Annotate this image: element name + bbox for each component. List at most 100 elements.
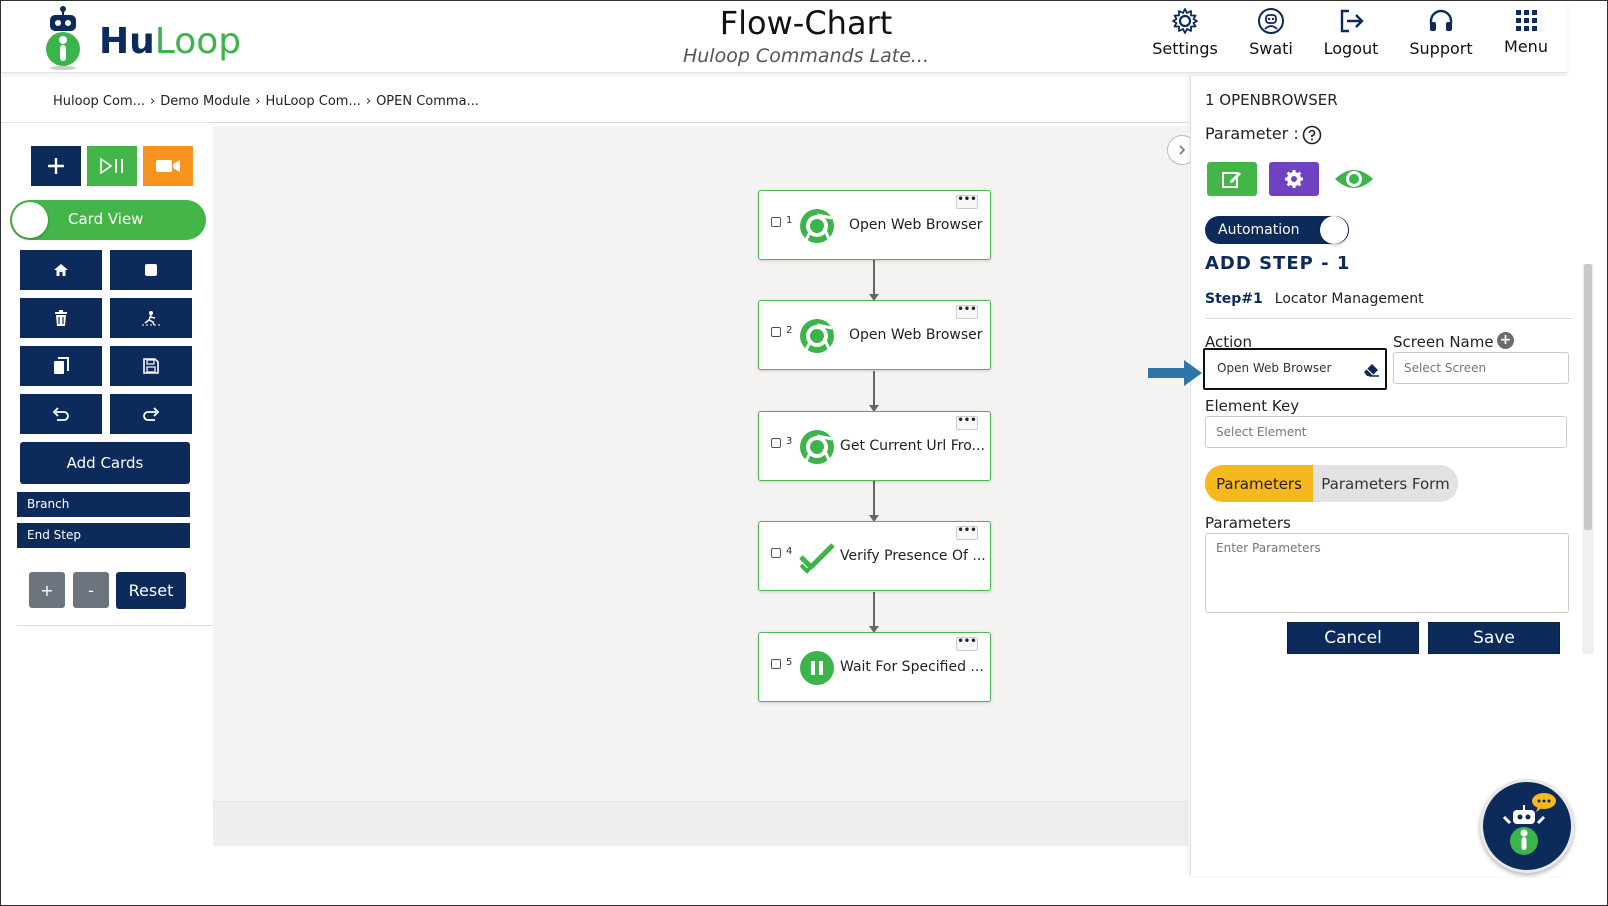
- nav-menu[interactable]: Menu: [1498, 7, 1554, 67]
- card-label: Verify Presence Of ...: [840, 548, 986, 564]
- nav-support-label: Support: [1409, 39, 1473, 58]
- nav-user-label: Swati: [1249, 39, 1293, 58]
- gear-icon: [1172, 8, 1198, 34]
- breadcrumb-item[interactable]: Demo Module: [160, 94, 250, 109]
- card-view-label: Card View: [68, 210, 144, 228]
- eraser-icon[interactable]: [1362, 361, 1380, 377]
- plus-icon: [48, 158, 64, 174]
- preview-button[interactable]: [1329, 162, 1379, 196]
- copy-button[interactable]: [20, 346, 102, 386]
- flow-card[interactable]: 4 Verify Presence Of ... •••: [758, 521, 991, 591]
- parameters-label: Parameters: [1205, 514, 1291, 532]
- card-label: Get Current Url Fro...: [840, 438, 985, 454]
- redo-icon: [143, 407, 160, 421]
- flow-card[interactable]: 2 Open Web Browser •••: [758, 300, 991, 370]
- card-checkbox[interactable]: [771, 327, 781, 337]
- video-camera-icon: [156, 160, 180, 172]
- card-checkbox[interactable]: [771, 659, 781, 669]
- nav-logout[interactable]: Logout: [1319, 7, 1383, 67]
- tab-parameters[interactable]: Parameters: [1205, 465, 1313, 502]
- flow-card[interactable]: 5 Wait For Specified ... •••: [758, 632, 991, 702]
- connector-line: [873, 592, 875, 628]
- card-view-toggle[interactable]: Card View: [10, 200, 206, 240]
- floppy-disk-icon: [143, 358, 159, 374]
- record-video-button[interactable]: [143, 146, 193, 186]
- cancel-button[interactable]: Cancel: [1287, 622, 1419, 654]
- card-checkbox[interactable]: [771, 548, 781, 558]
- skip-step-button[interactable]: [110, 298, 192, 338]
- nav-settings-label: Settings: [1152, 39, 1218, 58]
- chatbot-button[interactable]: [1480, 779, 1574, 873]
- step-number[interactable]: Step#1: [1205, 291, 1263, 307]
- flow-card[interactable]: 3 Get Current Url Fro... •••: [758, 411, 991, 481]
- panel-scrollbar[interactable]: [1584, 264, 1592, 530]
- page-title-block: Flow-Chart Huloop Commands Late...: [641, 3, 971, 67]
- screen-select[interactable]: Select Screen: [1393, 352, 1569, 384]
- save-flow-button[interactable]: [110, 346, 192, 386]
- headset-icon: [1429, 9, 1453, 31]
- checkmark-icon: [799, 543, 835, 574]
- chrome-icon: [800, 319, 834, 353]
- nav-user[interactable]: Swati: [1241, 7, 1301, 67]
- redo-button[interactable]: [110, 394, 192, 434]
- settings-button[interactable]: [1269, 162, 1319, 196]
- nav-settings[interactable]: Settings: [1147, 7, 1223, 67]
- play-pause-icon: [100, 157, 123, 175]
- edit-button[interactable]: [1207, 162, 1257, 196]
- add-step-button[interactable]: [31, 146, 81, 186]
- card-more-button[interactable]: •••: [956, 195, 978, 209]
- help-icon[interactable]: [1302, 125, 1322, 145]
- card-checkbox[interactable]: [771, 217, 781, 227]
- add-cards-button[interactable]: Add Cards: [20, 442, 190, 484]
- breadcrumb-separator-icon: ›: [150, 94, 156, 109]
- action-select[interactable]: Open Web Browser: [1207, 353, 1383, 385]
- add-screen-icon[interactable]: +: [1497, 332, 1514, 349]
- breadcrumb-item[interactable]: HuLoop Com...: [265, 94, 360, 109]
- play-pause-button[interactable]: [87, 146, 137, 186]
- toggle-knob: [1320, 216, 1348, 244]
- nav-menu-label: Menu: [1504, 37, 1548, 56]
- undo-icon: [52, 407, 69, 421]
- huloop-logo[interactable]: HuLoop: [41, 5, 241, 71]
- edit-icon: [1222, 172, 1241, 188]
- page-title: Flow-Chart: [719, 4, 893, 42]
- element-select[interactable]: Select Element: [1205, 416, 1567, 448]
- grid-icon: [1516, 10, 1537, 31]
- nav-support[interactable]: Support: [1405, 7, 1477, 67]
- top-header: HuLoop Flow-Chart Huloop Commands Late..…: [1, 1, 1567, 73]
- home-button[interactable]: [20, 250, 102, 290]
- automation-toggle[interactable]: Automation: [1205, 216, 1349, 244]
- parameter-label: Parameter :: [1205, 124, 1299, 143]
- tab-locator-management[interactable]: Locator Management: [1275, 291, 1424, 307]
- breadcrumb-separator-icon: ›: [255, 94, 261, 109]
- add-step-title: ADD STEP - 1: [1205, 253, 1351, 274]
- reset-zoom-button[interactable]: Reset: [116, 572, 186, 609]
- card-more-button[interactable]: •••: [956, 526, 978, 540]
- flow-card[interactable]: 1 Open Web Browser •••: [758, 190, 991, 260]
- breadcrumb: Huloop Com... › Demo Module › HuLoop Com... ›…: [53, 94, 479, 109]
- tab-parameters-form[interactable]: Parameters Form: [1313, 465, 1458, 502]
- card-more-button[interactable]: •••: [956, 416, 978, 430]
- card-more-button[interactable]: •••: [956, 305, 978, 319]
- canvas-horizontal-scrollbar[interactable]: [213, 801, 1188, 846]
- logo-wordmark: HuLoop: [99, 21, 242, 62]
- breadcrumb-item[interactable]: Huloop Com...: [53, 94, 145, 109]
- save-button[interactable]: Save: [1428, 622, 1560, 654]
- breadcrumb-item[interactable]: OPEN Comma...: [376, 94, 479, 109]
- pause-icon: [800, 651, 834, 685]
- undo-button[interactable]: [20, 394, 102, 434]
- end-step-item[interactable]: End Step: [17, 523, 190, 548]
- flow-canvas[interactable]: [213, 126, 1188, 846]
- branch-item[interactable]: Branch: [17, 492, 190, 517]
- element-key-label: Element Key: [1205, 397, 1300, 415]
- connector-line: [873, 260, 875, 296]
- stop-button[interactable]: [110, 250, 192, 290]
- delete-button[interactable]: [20, 298, 102, 338]
- parameters-textarea[interactable]: Enter Parameters: [1205, 533, 1569, 613]
- card-more-button[interactable]: •••: [956, 637, 978, 651]
- zoom-in-button[interactable]: +: [29, 572, 65, 608]
- toolbar-divider: [17, 625, 213, 626]
- zoom-out-button[interactable]: -: [73, 572, 109, 608]
- card-checkbox[interactable]: [771, 438, 781, 448]
- eye-icon: [1335, 170, 1373, 188]
